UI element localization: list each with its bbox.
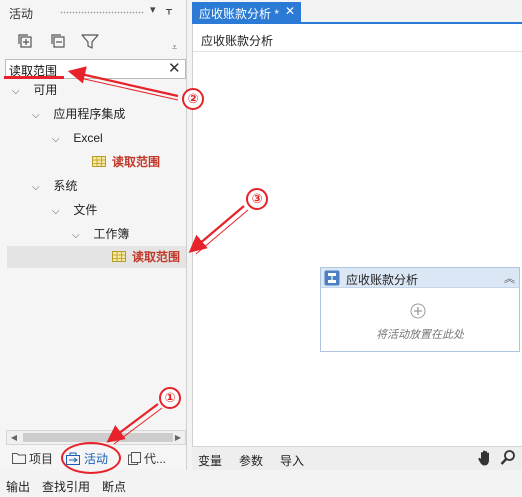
tree-item-file[interactable]: ⌵ 文件 [52, 199, 97, 221]
tree-item-label: Excel [73, 131, 103, 145]
tree-item-excel-read-range[interactable]: 读取范围 [92, 151, 160, 173]
collapse-icon[interactable]: ︽ [504, 270, 515, 286]
tree-item-excel[interactable]: ⌵ Excel [52, 127, 103, 149]
document-tab-label: 应收账款分析 * [199, 7, 280, 21]
chevron-down-icon[interactable]: ⌵ [52, 201, 66, 223]
tree-item-label: 应用程序集成 [53, 107, 126, 121]
sequence-header[interactable]: 应收账款分析 ︽ [321, 268, 519, 288]
folder-icon [12, 453, 26, 464]
tree-item-app-integration[interactable]: ⌵ 应用程序集成 [32, 103, 125, 125]
panel-menu-chevron-icon[interactable]: ▾ [150, 3, 156, 16]
tab-code-label: 代... [144, 452, 167, 466]
sequence-activity[interactable]: 应收账款分析 ︽ 将活动放置在此处 [320, 267, 520, 352]
tab-document[interactable]: 应收账款分析 * ✕ [192, 2, 301, 22]
chevron-down-icon[interactable]: ⌵ [12, 81, 26, 103]
add-activity-icon[interactable] [410, 303, 426, 319]
chevron-down-icon[interactable]: ⌵ [32, 177, 46, 199]
tab-project-label: 项目 [29, 452, 54, 466]
read-range-activity-icon [92, 156, 106, 167]
tree-item-system[interactable]: ⌵ 系统 [32, 175, 77, 197]
sequence-icon [324, 270, 340, 286]
designer-canvas[interactable]: 应收账款分析 应收账款分析 ︽ 将活动放置在此处 [192, 24, 522, 446]
filter-button[interactable] [78, 30, 102, 52]
clear-search-icon[interactable]: ✕ [168, 60, 181, 78]
chevron-down-icon[interactable]: ⌵ [72, 225, 86, 247]
tree-item-label: 系统 [53, 179, 78, 193]
breadcrumb-divider [193, 51, 522, 52]
imports-button[interactable]: 导入 [280, 452, 304, 469]
collapse-all-button[interactable] [46, 30, 70, 52]
expand-all-icon [18, 34, 32, 48]
breadcrumb[interactable]: 应收账款分析 [201, 32, 273, 49]
copy-icon [128, 452, 141, 465]
zoom-icon[interactable] [500, 449, 516, 467]
activities-tab-highlight [61, 442, 121, 474]
annotation-badge-1: ① [159, 387, 181, 409]
pan-hand-icon[interactable] [477, 449, 493, 467]
variables-button[interactable]: 变量 [198, 452, 222, 469]
scrollbar-thumb[interactable] [23, 433, 173, 442]
close-icon[interactable]: ✕ [285, 4, 295, 18]
chevron-down-icon[interactable]: ⌵ [52, 129, 66, 151]
filter-icon [81, 34, 99, 49]
scroll-right-icon[interactable]: ▶ [171, 431, 185, 444]
tree-item-workbook-read-range[interactable]: 读取范围 [112, 246, 180, 268]
expand-all-button[interactable] [13, 30, 37, 52]
tree-item-label: 文件 [73, 203, 98, 217]
tree-item-label: 工作簿 [93, 227, 130, 241]
scroll-left-icon[interactable]: ◀ [7, 431, 21, 444]
tree-item-available[interactable]: ⌵ 可用 [12, 79, 57, 101]
tree-item-label: 读取范围 [132, 250, 181, 264]
read-range-activity-icon [112, 251, 126, 262]
pin-icon[interactable]: ᚁ [166, 2, 172, 16]
status-bar: 输出 查找引用 断点 [0, 472, 522, 497]
designer-bottom-bar: 变量 参数 导入 [192, 446, 522, 470]
toolbar-overflow-icon[interactable]: ⩡ [172, 42, 177, 53]
activities-panel-title: 活动 [9, 7, 34, 21]
panel-drag-grip[interactable] [60, 11, 144, 14]
arguments-button[interactable]: 参数 [239, 452, 263, 469]
annotation-badge-3: ③ [246, 188, 268, 210]
sequence-title[interactable]: 应收账款分析 [346, 271, 418, 288]
drop-zone-hint: 将活动放置在此处 [376, 329, 464, 341]
tab-code[interactable]: 代... [128, 450, 166, 468]
chevron-down-icon[interactable]: ⌵ [32, 105, 46, 127]
find-references-tab[interactable]: 查找引用 [42, 478, 90, 495]
collapse-all-icon [51, 34, 65, 48]
tab-project[interactable]: 项目 [12, 450, 53, 468]
tree-item-workbook[interactable]: ⌵ 工作簿 [72, 223, 129, 245]
tree-item-label: 读取范围 [112, 155, 161, 169]
tree-item-label: 可用 [33, 83, 58, 97]
output-panel-tab[interactable]: 输出 [6, 478, 30, 495]
breakpoints-tab[interactable]: 断点 [102, 478, 126, 495]
annotation-badge-2: ② [182, 88, 204, 110]
